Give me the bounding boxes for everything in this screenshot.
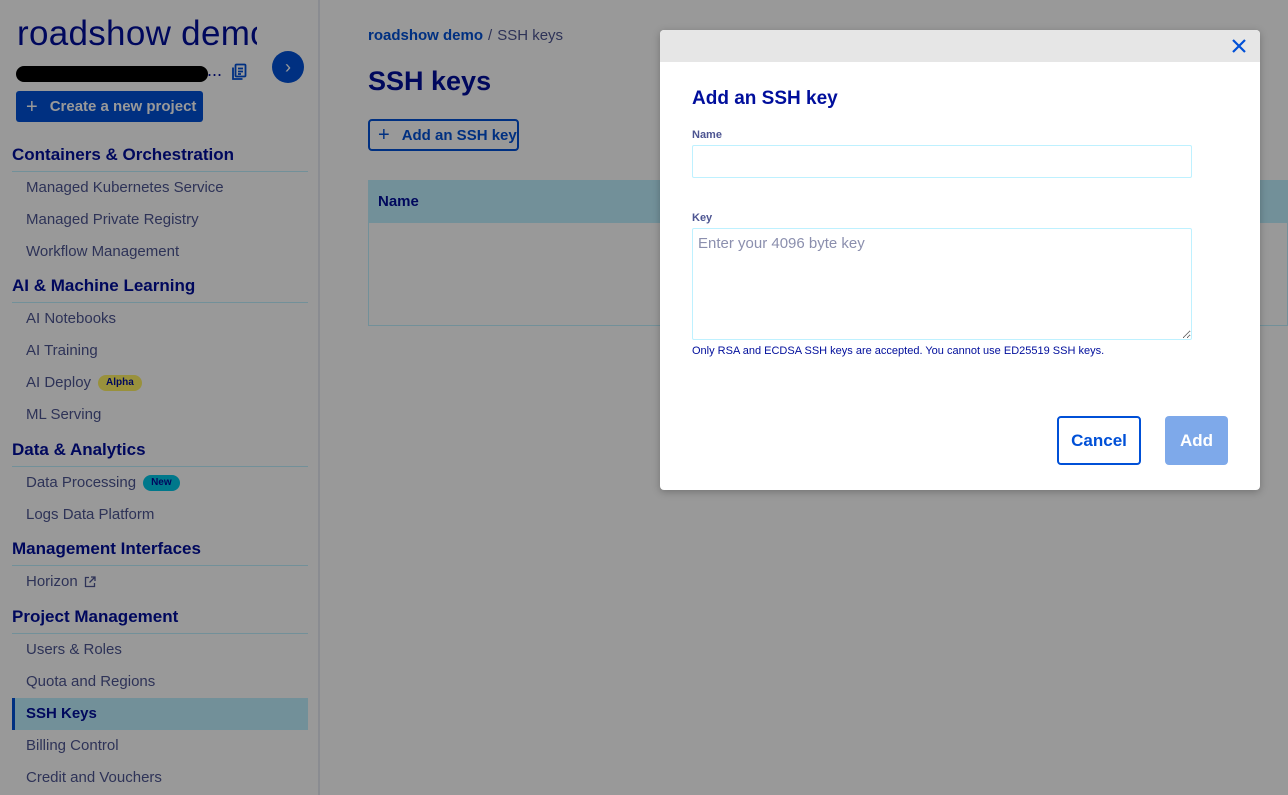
cancel-button[interactable]: Cancel — [1057, 416, 1141, 465]
add-button[interactable]: Add — [1165, 416, 1228, 465]
key-help-text: Only RSA and ECDSA SSH keys are accepted… — [692, 345, 1105, 357]
close-icon[interactable] — [1230, 37, 1248, 55]
key-label: Key — [692, 212, 713, 224]
key-textarea[interactable] — [692, 228, 1192, 340]
name-label: Name — [692, 129, 722, 141]
add-ssh-key-modal: Add an SSH key Name Key Only RSA and ECD… — [660, 30, 1260, 490]
name-input[interactable] — [692, 145, 1192, 178]
modal-title: Add an SSH key — [692, 88, 838, 109]
modal-header-bar — [660, 30, 1260, 62]
